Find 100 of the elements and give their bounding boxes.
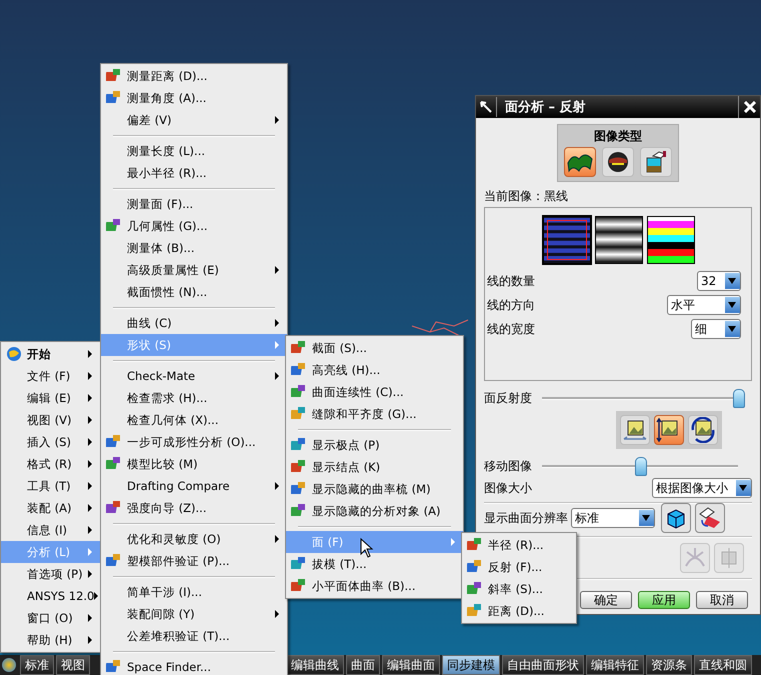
submenu-arrow-icon: [275, 482, 279, 490]
image-tool-button[interactable]: [688, 415, 718, 445]
field-label: 线的方向: [487, 296, 536, 314]
dropdown-field[interactable]: 32: [697, 271, 741, 291]
menu-item[interactable]: 缝隙和平齐度 (G)...: [286, 403, 463, 425]
tool-icon: [291, 503, 307, 519]
submenu-arrow-icon: [88, 416, 92, 424]
slider-handle[interactable]: [635, 456, 647, 476]
submenu-arrow-icon: [88, 570, 92, 578]
menu-item[interactable]: 高亮线 (H)...: [286, 359, 463, 381]
dropdown-field[interactable]: 水平: [667, 295, 741, 315]
menu-item[interactable]: 塑模部件验证 (P)...: [101, 550, 287, 572]
menu-item[interactable]: 斜率 (S)...: [462, 578, 576, 600]
menu-item[interactable]: 拔模 (T)...: [286, 553, 463, 575]
menu-item[interactable]: 首选项 (P): [1, 563, 100, 585]
toolbar-tab[interactable]: 同步建模: [442, 655, 500, 675]
menu-item[interactable]: 强度向导 (Z)...: [101, 497, 287, 519]
image-type-button[interactable]: [564, 147, 596, 177]
dialog-button[interactable]: 确定: [580, 591, 632, 609]
surface-icon: [698, 506, 722, 530]
toolbar-tab[interactable]: 标准: [20, 655, 54, 675]
slider-handle[interactable]: [733, 388, 745, 408]
image-tool-button[interactable]: [654, 415, 684, 445]
toolbar-tab[interactable]: 自由曲面形状: [502, 655, 584, 675]
dropdown-field[interactable]: 标准: [571, 508, 655, 528]
menu-item[interactable]: 截面 (S)...: [286, 337, 463, 359]
tool-icon: [106, 434, 122, 450]
menu-item[interactable]: 半径 (R)...: [462, 534, 576, 556]
menu-item[interactable]: 曲线 (C): [101, 312, 287, 334]
menu-item[interactable]: 曲面连续性 (C)...: [286, 381, 463, 403]
menu-item[interactable]: 距离 (D)...: [462, 600, 576, 622]
menu-item[interactable]: 文件 (F): [1, 365, 100, 387]
menu-item[interactable]: 编辑 (E): [1, 387, 100, 409]
menu-item[interactable]: 公差堆积验证 (T)...: [101, 625, 287, 647]
toolbar-tab[interactable]: 资源条: [646, 655, 692, 675]
menu-item[interactable]: 测量体 (B)...: [101, 237, 287, 259]
menu-item[interactable]: Check-Mate: [101, 365, 287, 387]
toolbar-tab[interactable]: 编辑曲面: [382, 655, 440, 675]
menu-item[interactable]: 偏差 (V): [101, 109, 287, 131]
menu-item[interactable]: 窗口 (O): [1, 607, 100, 629]
tool-icon: [106, 68, 122, 84]
cube-view-button[interactable]: [661, 503, 691, 533]
slider-label: 面反射度: [484, 390, 533, 406]
image-type-button[interactable]: [640, 147, 672, 177]
app-logo-icon[interactable]: [2, 658, 16, 672]
menu-item[interactable]: Space Finder...: [101, 656, 287, 675]
menu-item[interactable]: 模型比较 (M): [101, 453, 287, 475]
menu-item[interactable]: 视图 (V): [1, 409, 100, 431]
menu-item[interactable]: 工具 (T): [1, 475, 100, 497]
menu-item[interactable]: 测量角度 (A)...: [101, 87, 287, 109]
dialog-button[interactable]: 取消: [696, 591, 748, 609]
menu-item[interactable]: 反射 (F)...: [462, 556, 576, 578]
close-icon: [744, 101, 756, 113]
menu-item[interactable]: 装配间隙 (Y): [101, 603, 287, 625]
pin-icon[interactable]: [479, 100, 493, 114]
dropdown-field[interactable]: 根据图像大小: [652, 478, 752, 498]
menu-item[interactable]: 高级质量属性 (E): [101, 259, 287, 281]
submenu-arrow-icon: [88, 636, 92, 644]
menu-item[interactable]: 显示隐藏的分析对象 (A): [286, 500, 463, 522]
menu-item[interactable]: 一步可成形性分析 (O)...: [101, 431, 287, 453]
menu-item[interactable]: 显示极点 (P): [286, 434, 463, 456]
menu-item[interactable]: 插入 (S): [1, 431, 100, 453]
reflection-image-swatch[interactable]: [595, 216, 643, 264]
toolbar-tab[interactable]: 编辑特征: [586, 655, 644, 675]
dropdown-field[interactable]: 细: [691, 319, 741, 339]
menu-item[interactable]: 测量长度 (L)...: [101, 140, 287, 162]
toolbar-tab[interactable]: 编辑曲线: [286, 655, 344, 675]
dialog-button[interactable]: 应用: [638, 591, 690, 609]
tool-icon: [106, 90, 122, 106]
surface-refresh-button[interactable]: [695, 503, 725, 533]
menu-item[interactable]: 简单干涉 (I)...: [101, 581, 287, 603]
image-tool-button[interactable]: [620, 415, 650, 445]
menu-item[interactable]: 优化和灵敏度 (O): [101, 528, 287, 550]
menu-item[interactable]: 小平面体曲率 (B)...: [286, 575, 463, 597]
menu-item[interactable]: 显示结点 (K): [286, 456, 463, 478]
menu-item[interactable]: 最小半径 (R)...: [101, 162, 287, 184]
submenu-arrow-icon: [275, 610, 279, 618]
menu-item[interactable]: 显示隐藏的曲率梳 (M): [286, 478, 463, 500]
menu-item[interactable]: 检查需求 (H)...: [101, 387, 287, 409]
image-type-button[interactable]: [602, 147, 634, 177]
menu-item[interactable]: 测量距离 (D)...: [101, 65, 287, 87]
menu-item[interactable]: 几何属性 (G)...: [101, 215, 287, 237]
menu-item[interactable]: 装配 (A): [1, 497, 100, 519]
reflection-image-swatch[interactable]: [647, 216, 695, 264]
tool-icon: [106, 659, 122, 675]
toolbar-tab[interactable]: 曲面: [346, 655, 380, 675]
tool-icon: [291, 556, 307, 572]
menu-item[interactable]: 帮助 (H): [1, 629, 100, 651]
menu-item[interactable]: 截面惯性 (N)...: [101, 281, 287, 303]
toolbar-tab[interactable]: 直线和圆: [694, 655, 752, 675]
tool-icon: [467, 603, 483, 619]
reflection-image-swatch[interactable]: [543, 216, 591, 264]
menu-item[interactable]: 信息 (I): [1, 519, 100, 541]
menu-item[interactable]: 格式 (R): [1, 453, 100, 475]
menu-item[interactable]: 开始: [1, 343, 100, 365]
menu-item[interactable]: 测量面 (F)...: [101, 193, 287, 215]
toolbar-tab[interactable]: 视图: [56, 655, 90, 675]
menu-item[interactable]: 检查几何体 (X)...: [101, 409, 287, 431]
submenu-arrow-icon: [451, 538, 455, 546]
menu-item[interactable]: Drafting Compare: [101, 475, 287, 497]
